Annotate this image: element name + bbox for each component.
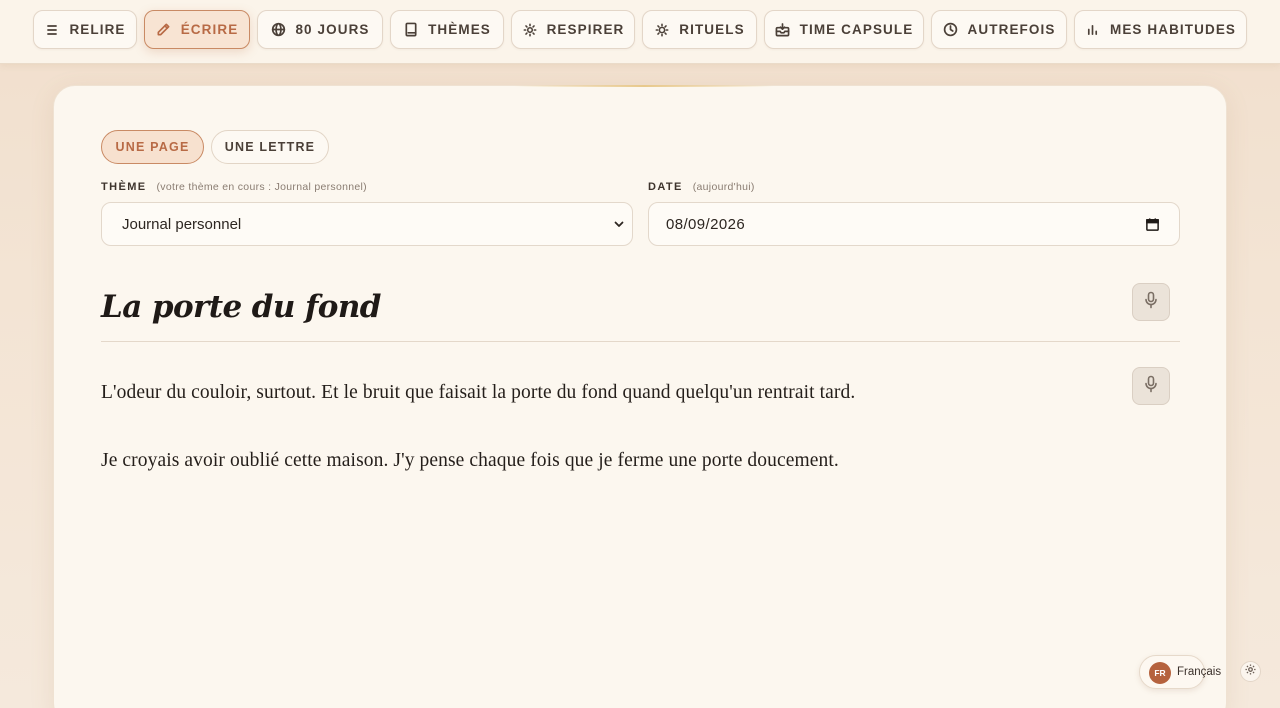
nav-label: RITUELS xyxy=(679,22,745,37)
nav-label: AUTREFOIS xyxy=(967,22,1056,37)
nav-time-capsule-button[interactable]: TIME CAPSULE xyxy=(764,10,924,49)
microphone-icon xyxy=(1143,291,1159,314)
clock-icon xyxy=(943,22,959,38)
nav-label: RESPIRER xyxy=(546,22,625,37)
entry-body-paragraph[interactable]: Je croyais avoir oublié cette maison. J'… xyxy=(101,450,1101,472)
title-dictation-button[interactable] xyxy=(1132,283,1170,321)
body-dictation-button[interactable] xyxy=(1132,367,1170,405)
date-input-value: 08/09/2026 xyxy=(666,215,746,233)
nav-autrefois-button[interactable]: AUTREFOIS xyxy=(931,10,1067,49)
nav-80-jours-button[interactable]: 80 JOURS xyxy=(257,10,383,49)
inbox-icon xyxy=(775,22,791,38)
entry-body-paragraph[interactable]: L'odeur du couloir, surtout. Et le bruit… xyxy=(101,382,1101,404)
nav-label: ÉCRIRE xyxy=(180,22,239,37)
top-navigation: RELIRE ÉCRIRE 80 JOURS THÈMES RESPIRER R… xyxy=(0,0,1280,64)
language-switcher[interactable]: FR Français xyxy=(1139,655,1221,689)
language-name: Français xyxy=(1177,666,1222,678)
nav-rituels-button[interactable]: RITUELS xyxy=(642,10,757,49)
nav-label: THÈMES xyxy=(428,22,491,37)
nav-label: RELIRE xyxy=(69,22,126,37)
nav-label: MES HABITUDES xyxy=(1109,22,1237,37)
mode-page-button[interactable]: UNE PAGE xyxy=(101,130,204,164)
nav-themes-button[interactable]: THÈMES xyxy=(390,10,504,49)
writing-card: UNE PAGE UNE LETTRE THÈME (votre thème en… xyxy=(53,85,1227,708)
bar-chart-icon xyxy=(1085,22,1101,38)
mode-letter-button[interactable]: UNE LETTRE xyxy=(211,130,329,164)
settings-button[interactable] xyxy=(1240,661,1261,682)
theme-field-label: THÈME (votre thème en cours : Journal per… xyxy=(101,181,367,193)
theme-select-value: Journal personnel xyxy=(122,215,242,233)
microphone-icon xyxy=(1143,375,1159,398)
date-label: DATE xyxy=(648,181,683,193)
nav-mes-habitudes-button[interactable]: MES HABITUDES xyxy=(1074,10,1247,49)
title-divider xyxy=(101,341,1180,342)
nav-respirer-button[interactable]: RESPIRER xyxy=(511,10,635,49)
list-icon xyxy=(44,22,60,38)
calendar-icon[interactable] xyxy=(1145,217,1160,232)
theme-select[interactable]: Journal personnel xyxy=(101,202,633,246)
nav-ecrire-button[interactable]: ÉCRIRE xyxy=(144,10,250,49)
entry-title-input[interactable]: La porte du fond xyxy=(101,289,381,325)
gear-icon xyxy=(1244,663,1257,681)
date-input[interactable]: 08/09/2026 xyxy=(648,202,1180,246)
chevron-down-icon xyxy=(612,217,626,231)
globe-icon xyxy=(270,22,286,38)
sun-small-icon xyxy=(654,22,670,38)
sun-icon xyxy=(522,22,538,38)
theme-label: THÈME xyxy=(101,181,147,193)
date-field-label: DATE (aujourd'hui) xyxy=(648,181,755,193)
pencil-icon xyxy=(156,22,172,38)
nav-relire-button[interactable]: RELIRE xyxy=(33,10,137,49)
date-hint: (aujourd'hui) xyxy=(692,181,755,193)
book-icon xyxy=(403,22,419,38)
nav-label: 80 JOURS xyxy=(295,22,370,37)
theme-hint: (votre thème en cours : Journal personne… xyxy=(156,181,367,193)
language-code-badge: FR xyxy=(1149,662,1171,684)
nav-label: TIME CAPSULE xyxy=(799,22,914,37)
